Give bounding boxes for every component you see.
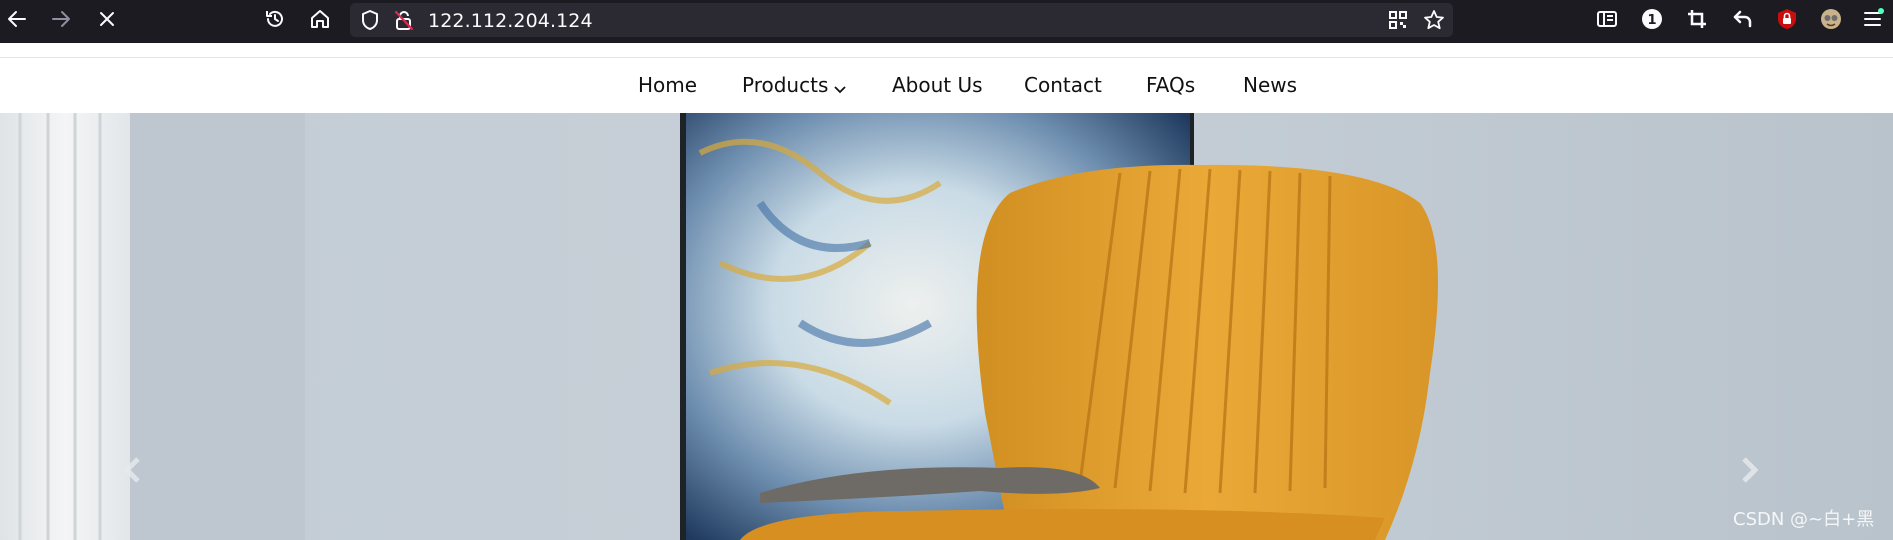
reader-view-icon[interactable] [1596, 8, 1618, 30]
chevron-left-icon [123, 457, 140, 483]
hero-image [0, 113, 1893, 540]
nav-products-label: Products [742, 73, 829, 97]
carousel-next-arrow[interactable] [1738, 453, 1762, 487]
page-top-strip [0, 43, 1893, 58]
nav-about-us[interactable]: About Us [892, 73, 983, 97]
nav-home[interactable]: Home [638, 73, 697, 97]
extension-badge-count: 1 [1647, 13, 1656, 28]
nav-contact[interactable]: Contact [1024, 73, 1102, 97]
address-bar[interactable]: 122.112.204.124 [350, 3, 1453, 37]
qr-code-icon[interactable] [1387, 9, 1409, 31]
chevron-down-icon [834, 75, 846, 99]
chevron-right-icon [1742, 457, 1759, 483]
shield-icon[interactable] [359, 9, 381, 31]
home-icon[interactable] [309, 8, 331, 30]
history-icon[interactable] [264, 8, 286, 30]
insecure-lock-icon[interactable] [393, 9, 415, 31]
browser-toolbar: 122.112.204.124 1 [0, 0, 1893, 43]
crop-icon[interactable] [1686, 8, 1708, 30]
bookmark-star-icon[interactable] [1423, 9, 1445, 31]
undo-icon[interactable] [1731, 8, 1753, 30]
carousel-prev-arrow[interactable] [120, 453, 144, 487]
nav-news[interactable]: News [1243, 73, 1297, 97]
back-icon[interactable] [6, 8, 28, 30]
csdn-watermark: CSDN @~白+黑 [1733, 509, 1875, 530]
site-nav: Home Products About Us Contact FAQs News [0, 58, 1893, 113]
ublock-icon[interactable] [1776, 8, 1798, 30]
hero-carousel [0, 113, 1893, 540]
stop-icon[interactable] [96, 8, 118, 30]
nav-faqs[interactable]: FAQs [1146, 73, 1195, 97]
avatar-icon[interactable] [1820, 8, 1842, 30]
nav-products[interactable]: Products [742, 73, 846, 99]
forward-icon[interactable] [50, 8, 72, 30]
menu-icon[interactable] [1862, 8, 1884, 30]
extension-badge-icon[interactable]: 1 [1641, 8, 1663, 30]
url-text[interactable]: 122.112.204.124 [428, 10, 593, 32]
